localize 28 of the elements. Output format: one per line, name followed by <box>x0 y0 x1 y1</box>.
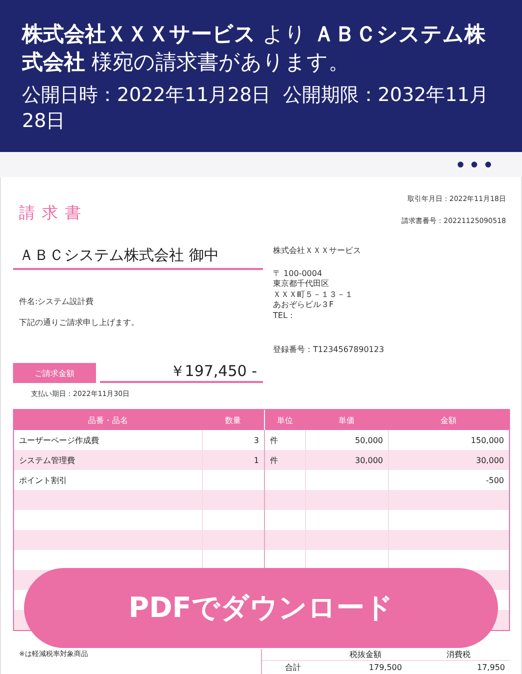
column-header: 単価 <box>338 414 356 426</box>
issuer-address-line: 〒 100-0004 <box>273 268 324 279</box>
amount-value: ￥197,450 - <box>100 362 263 383</box>
notification-message: 株式会社ＸＸＸサービス より ＡＢＣシステム株式会社 様宛の請求書があります。 <box>22 21 486 76</box>
greeting-text: 下記の通りご請求申し上げます。 <box>18 317 140 328</box>
column-header: 数量 <box>224 414 242 426</box>
column-header: 品番・品名 <box>87 414 129 426</box>
column-header: 消費税 <box>407 649 510 661</box>
issuer-address-line: あおぞらビル３F <box>273 300 335 310</box>
more-button[interactable]: ••• <box>450 152 500 176</box>
registration-number: 登録番号：T1234567890123 <box>273 345 386 356</box>
subject-text: 件名:システム設計費 <box>18 296 95 307</box>
table-cell-text: ユーザーページ作成費 <box>18 434 100 446</box>
table-cell-text: 17,950 <box>476 662 506 674</box>
total-label: 合計 <box>284 662 302 674</box>
column-header: 税抜金額 <box>324 649 407 661</box>
table-cell-text: システム管理費 <box>18 454 76 466</box>
table-cell-text: 179,500 <box>368 662 403 674</box>
issuer-name: 株式会社ＸＸＸサービス <box>273 246 362 256</box>
publish-dates: 公開日時：2022年11月28日 公開期限：2032年11月28日 <box>22 83 490 134</box>
amount-label: ご請求金額 <box>13 363 96 383</box>
issuer-address-line: ＸＸＸ町５－１３－１ <box>273 290 354 300</box>
column-header: 金額 <box>440 414 458 426</box>
table-cell-text: ポイント割引 <box>18 474 68 486</box>
issuer-address-line: TEL： <box>273 310 296 321</box>
issuer-address-line: 東京都千代田区 <box>273 279 330 290</box>
invoice-title: 請 求 書 <box>18 202 82 224</box>
recipient-name: ＡＢＣシステム株式会社 御中 <box>13 246 263 270</box>
